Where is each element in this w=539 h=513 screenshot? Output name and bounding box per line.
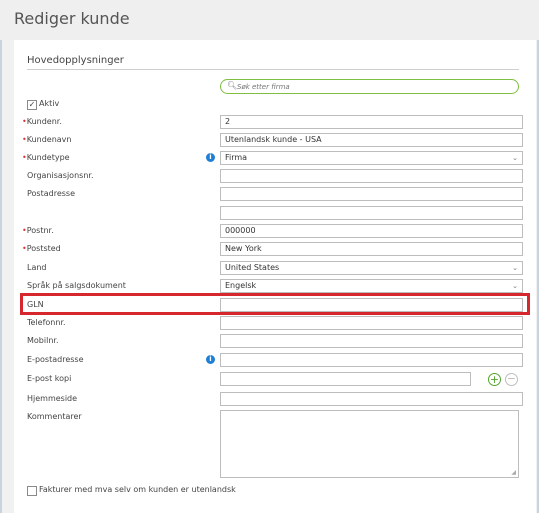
kommentarer-label: Kommentarer [27, 412, 82, 421]
section-title: Hovedopplysninger [27, 55, 124, 66]
postadresse-field-2[interactable] [220, 206, 523, 220]
window-left-edge [0, 0, 2, 513]
postnr-label: •Postnr. [22, 226, 54, 235]
chevron-down-icon: ⌄ [512, 264, 518, 272]
postnr-field[interactable]: 000000 [220, 224, 523, 238]
epostadresse-field[interactable] [220, 353, 523, 367]
fakturer-mva-label: Fakturer med mva selv om kunden er utenl… [39, 485, 236, 494]
gln-highlight-box [20, 293, 530, 315]
kundenavn-field[interactable]: Utenlandsk kunde - USA [220, 133, 523, 147]
kommentarer-textarea[interactable]: ◢ [220, 410, 519, 478]
page-title: Rediger kunde [14, 9, 130, 28]
land-select-value: United States [225, 263, 280, 272]
poststed-label: •Poststed [22, 244, 61, 253]
company-search: 🔍︎ [220, 79, 519, 94]
kundetype-select[interactable]: Firma ⌄ [220, 151, 523, 165]
aktiv-label: Aktiv [39, 99, 60, 108]
epostadresse-label: E-postadresse [27, 355, 84, 364]
epostadresse-info-icon[interactable]: i [206, 355, 215, 364]
company-search-input[interactable] [237, 80, 507, 93]
postnr-label-text: Postnr. [26, 226, 54, 235]
hjemmeside-field[interactable] [220, 392, 523, 406]
sprak-select-value: Engelsk [225, 281, 257, 290]
postadresse-label: Postadresse [27, 189, 76, 198]
kundetype-info-icon[interactable]: i [206, 153, 215, 162]
kundenavn-label-text: Kundenavn [26, 135, 72, 144]
epost-kopi-field[interactable] [220, 372, 471, 386]
chevron-down-icon: ⌄ [512, 282, 518, 290]
mobilnr-label: Mobilnr. [27, 336, 59, 345]
poststed-field[interactable]: New York [220, 242, 523, 256]
page-header: Rediger kunde [0, 0, 539, 40]
sprak-label: Språk på salgsdokument [27, 281, 126, 290]
resize-handle-icon[interactable]: ◢ [511, 469, 516, 476]
remove-icon[interactable]: − [505, 373, 518, 386]
search-icon: 🔍︎ [227, 81, 238, 90]
kundenr-label-text: Kundenr. [26, 117, 62, 126]
telefonnr-label: Telefonnr. [27, 318, 66, 327]
kundetype-select-value: Firma [225, 153, 248, 162]
chevron-down-icon: ⌄ [512, 154, 518, 162]
kundenavn-label: •Kundenavn [22, 135, 71, 144]
land-label: Land [27, 263, 47, 272]
kundetype-label-text: Kundetype [26, 153, 70, 162]
poststed-label-text: Poststed [26, 244, 61, 253]
kundetype-label: •Kundetype [22, 153, 70, 162]
kundenr-label: •Kundenr. [22, 117, 62, 126]
organisasjonsnr-label: Organisasjonsnr. [27, 171, 94, 180]
kundenr-field[interactable]: 2 [220, 115, 523, 129]
telefonnr-field[interactable] [220, 316, 523, 330]
sprak-select[interactable]: Engelsk ⌄ [220, 279, 523, 293]
aktiv-checkbox[interactable]: ✓ [27, 100, 37, 110]
land-select[interactable]: United States ⌄ [220, 261, 523, 275]
mobilnr-field[interactable] [220, 334, 523, 348]
fakturer-mva-checkbox[interactable] [27, 486, 37, 496]
section-divider [27, 69, 519, 70]
add-icon[interactable]: + [488, 373, 501, 386]
epost-kopi-label: E-post kopi [27, 374, 72, 383]
hjemmeside-label: Hjemmeside [27, 394, 78, 403]
organisasjonsnr-field[interactable] [220, 169, 523, 183]
postadresse-field-1[interactable] [220, 187, 523, 201]
